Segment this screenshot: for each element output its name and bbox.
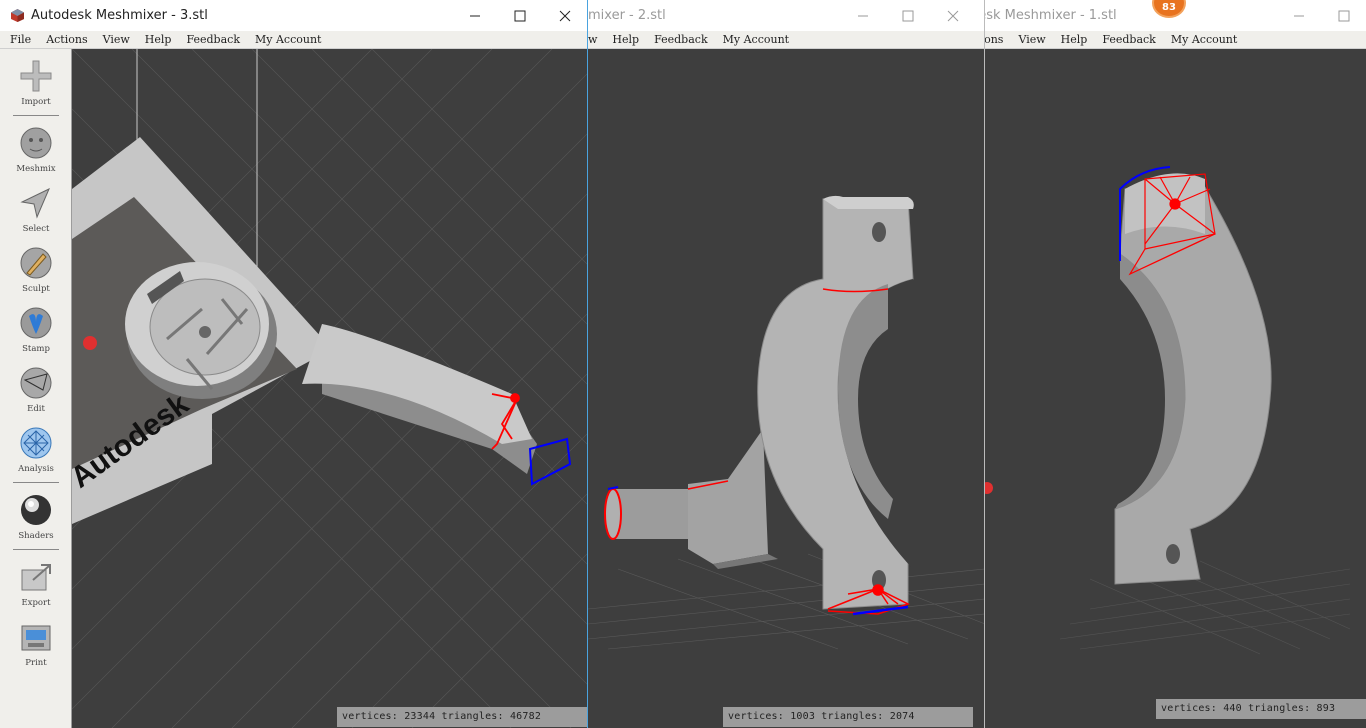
- maximize-button[interactable]: [1321, 0, 1366, 31]
- plus-icon: [20, 60, 52, 92]
- maximize-icon: [514, 10, 525, 21]
- viewport-3d[interactable]: vertices: 440 triangles: 893: [970, 49, 1366, 728]
- tool-select[interactable]: Select: [0, 180, 72, 238]
- menu-help[interactable]: Help: [612, 33, 639, 46]
- menu-view[interactable]: View: [103, 33, 130, 46]
- menu-feedback[interactable]: Feedback: [186, 33, 240, 46]
- stamp-icon: [20, 307, 52, 339]
- tool-export[interactable]: Export: [0, 554, 72, 612]
- menu-bar: w Help Feedback My Account: [588, 31, 984, 49]
- shaders-sphere-icon: [21, 495, 51, 525]
- menu-help[interactable]: Help: [1061, 33, 1088, 46]
- tool-label: Stamp: [22, 344, 50, 354]
- tool-label: Import: [21, 97, 51, 107]
- tool-label: Analysis: [18, 464, 54, 474]
- menu-view[interactable]: View: [1018, 33, 1045, 46]
- tool-shaders[interactable]: Shaders: [0, 487, 72, 545]
- window-3-stl[interactable]: Autodesk Meshmixer - 3.stl File Actions …: [0, 0, 588, 728]
- tool-print[interactable]: Print: [0, 614, 72, 672]
- print-icon: [21, 625, 51, 651]
- sculpt-brush-icon: [20, 247, 52, 279]
- window-title: desk Meshmixer - 1.stl: [970, 8, 1117, 23]
- close-button[interactable]: [930, 0, 975, 31]
- menu-feedback[interactable]: Feedback: [654, 33, 708, 46]
- floor-grid: [1059, 560, 1351, 655]
- analysis-icon: [20, 427, 52, 459]
- edit-icon: [20, 367, 52, 399]
- menu-actions[interactable]: Actions: [46, 33, 87, 46]
- tool-label: Print: [25, 658, 47, 668]
- tool-label: Select: [22, 224, 50, 234]
- minimize-icon: [1293, 15, 1304, 16]
- tool-label: Sculpt: [22, 284, 50, 294]
- floor-grid: [588, 553, 984, 650]
- menu-feedback[interactable]: Feedback: [1102, 33, 1156, 46]
- scene-2-stl: [588, 195, 984, 650]
- status-readout: vertices: 440 triangles: 893: [1156, 699, 1366, 719]
- maximize-button[interactable]: [497, 0, 542, 31]
- divider: [13, 482, 59, 483]
- menu-my-account[interactable]: My Account: [1171, 33, 1237, 46]
- menu-bar: File Actions View Help Feedback My Accou…: [0, 31, 587, 49]
- minimize-button[interactable]: [452, 0, 497, 31]
- menu-view[interactable]: w: [588, 33, 597, 46]
- window-1-stl[interactable]: desk Meshmixer - 1.stl 83 ctions View He…: [970, 0, 1366, 728]
- menu-my-account[interactable]: My Account: [723, 33, 789, 46]
- tool-label: Meshmix: [16, 164, 56, 174]
- minimize-icon: [857, 15, 868, 16]
- divider: [13, 549, 59, 550]
- tool-sidebar: Import Meshmix Select Sculpt Stamp Edit …: [0, 49, 72, 728]
- notification-badge[interactable]: 83: [1152, 0, 1186, 18]
- scene-1-stl: [981, 166, 1351, 655]
- window-2-stl[interactable]: mixer - 2.stl w Help Feedback My Account: [588, 0, 985, 728]
- menu-bar: ctions View Help Feedback My Account: [970, 31, 1366, 49]
- scene-3-stl: Autodesk: [72, 49, 587, 728]
- title-bar[interactable]: Autodesk Meshmixer - 3.stl: [0, 0, 587, 31]
- export-icon: [21, 564, 51, 591]
- clamp-mesh: [1114, 178, 1272, 585]
- minimize-button[interactable]: [1276, 0, 1321, 31]
- title-bar[interactable]: desk Meshmixer - 1.stl 83: [970, 0, 1366, 31]
- app-logo-icon: [10, 8, 25, 23]
- pivot-marker: [83, 336, 97, 350]
- close-button[interactable]: [542, 0, 587, 31]
- status-readout: vertices: 23344 triangles: 46782: [337, 707, 587, 727]
- close-icon: [559, 10, 570, 21]
- viewport-3d[interactable]: vertices: 1003 triangles: 2074: [588, 49, 984, 728]
- menu-file[interactable]: File: [10, 33, 31, 46]
- tool-edit[interactable]: Edit: [0, 360, 72, 418]
- tool-analysis[interactable]: Analysis: [0, 420, 72, 478]
- tool-import[interactable]: Import: [0, 53, 72, 111]
- window-title: Autodesk Meshmixer - 3.stl: [31, 8, 208, 23]
- window-title: mixer - 2.stl: [588, 8, 666, 23]
- status-readout: vertices: 1003 triangles: 2074: [723, 707, 973, 727]
- tool-label: Export: [21, 598, 51, 608]
- minimize-button[interactable]: [840, 0, 885, 31]
- maximize-icon: [1338, 10, 1349, 21]
- viewport-3d[interactable]: Autodesk vertices: 23344 triangles: 4678…: [72, 49, 587, 728]
- maximize-icon: [902, 10, 913, 21]
- tool-sculpt[interactable]: Sculpt: [0, 240, 72, 298]
- tool-meshmix[interactable]: Meshmix: [0, 120, 72, 178]
- title-bar[interactable]: mixer - 2.stl: [588, 0, 984, 31]
- select-arrow-icon: [20, 187, 50, 219]
- tool-stamp[interactable]: Stamp: [0, 300, 72, 358]
- tool-label: Shaders: [18, 531, 54, 541]
- tool-label: Edit: [27, 404, 45, 414]
- badge-count: 83: [1162, 2, 1176, 13]
- divider: [13, 115, 59, 116]
- minimize-icon: [469, 15, 480, 16]
- menu-help[interactable]: Help: [145, 33, 172, 46]
- menu-my-account[interactable]: My Account: [255, 33, 321, 46]
- close-icon: [947, 10, 958, 21]
- meshmix-head-icon: [20, 127, 52, 159]
- maximize-button[interactable]: [885, 0, 930, 31]
